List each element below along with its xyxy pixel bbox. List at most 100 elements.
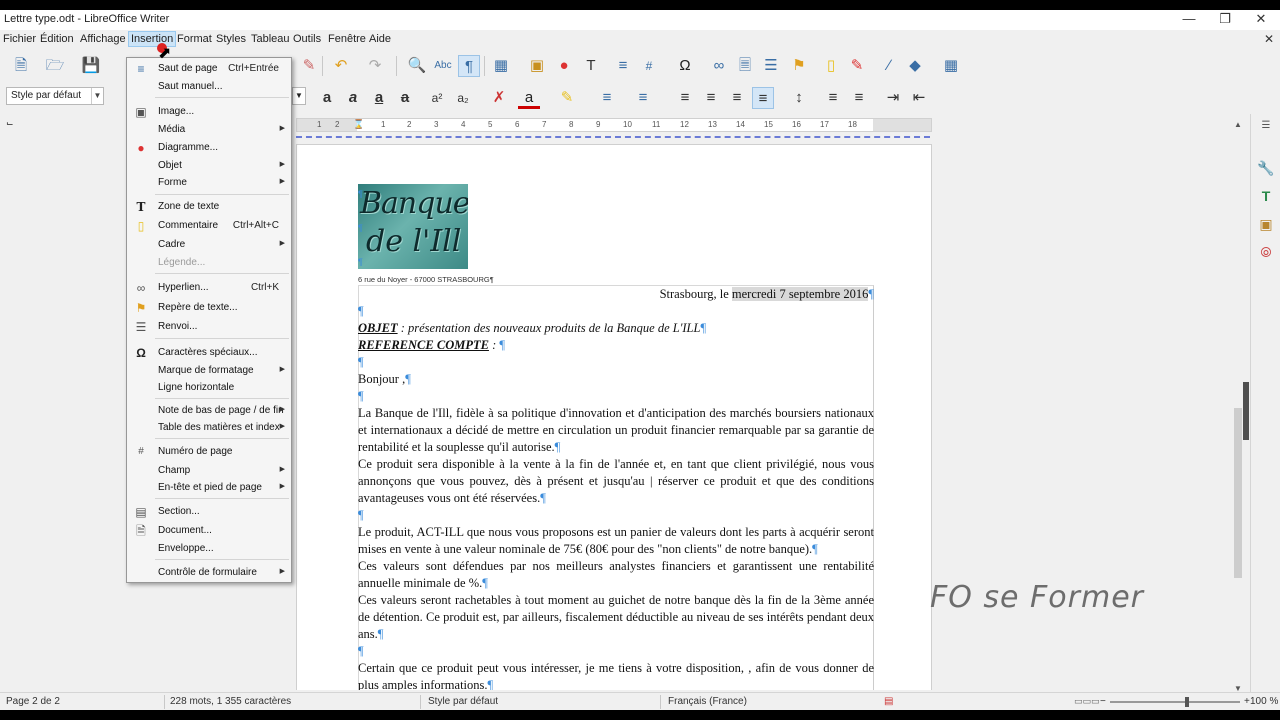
- menu-item-comment[interactable]: ▯ Commentaire Ctrl+Alt+C: [127, 217, 291, 235]
- superscript-icon[interactable]: a²: [426, 87, 448, 109]
- field-icon[interactable]: #: [638, 55, 660, 77]
- bank-logo[interactable]: Banque de l'Ill: [358, 184, 468, 269]
- menu-item-formatting-mark[interactable]: Marque de formatage ▶: [127, 362, 291, 380]
- italic-icon[interactable]: a: [342, 87, 364, 109]
- zoom-slider-knob[interactable]: [1185, 697, 1189, 707]
- subscript-icon[interactable]: a₂: [452, 87, 474, 109]
- menu-item-object[interactable]: Objet ▶: [127, 157, 291, 175]
- omega-icon[interactable]: Ω: [674, 55, 696, 77]
- menu-edition[interactable]: Édition: [40, 33, 74, 45]
- font-name-dropdown[interactable]: ▼: [292, 87, 306, 105]
- menu-item-bookmark[interactable]: ⚑ Repère de texte...: [127, 299, 291, 317]
- menu-item-page-break[interactable]: ≡ Saut de page Ctrl+Entrée: [127, 60, 291, 78]
- sidebar-resize-handle[interactable]: [1243, 382, 1249, 440]
- increase-paragraph-spacing-icon[interactable]: ≡: [822, 87, 844, 109]
- maximize-icon[interactable]: ❐: [1208, 10, 1242, 30]
- formatting-marks-icon[interactable]: ¶: [458, 55, 480, 77]
- zoom-level[interactable]: 100 %: [1250, 696, 1278, 707]
- menu-item-shape[interactable]: Forme ▶: [127, 174, 291, 192]
- wrench-icon[interactable]: 🔧: [1256, 158, 1276, 178]
- page-style[interactable]: Style par défaut: [428, 696, 498, 707]
- numbering-icon[interactable]: ≡: [632, 87, 654, 109]
- menu-item-section[interactable]: ▤ Section...: [127, 503, 291, 521]
- paragraph-style-select[interactable]: Style par défaut ▼: [6, 87, 104, 105]
- find-replace-icon[interactable]: 🔍: [406, 55, 428, 77]
- hamburger-menu-icon[interactable]: ☰: [1256, 116, 1276, 136]
- menu-item-manual-break[interactable]: Saut manuel...: [127, 78, 291, 96]
- zoom-in-icon[interactable]: +: [1244, 696, 1250, 707]
- menu-tableau[interactable]: Tableau: [251, 33, 290, 45]
- line-spacing-icon[interactable]: ↕: [788, 87, 810, 109]
- menu-fichier[interactable]: Fichier: [3, 33, 36, 45]
- navigator-icon[interactable]: ⦾: [1256, 242, 1276, 262]
- redo-icon[interactable]: ↷: [364, 55, 386, 77]
- menu-styles[interactable]: Styles: [216, 33, 246, 45]
- hyperlink-icon[interactable]: ∞: [708, 55, 730, 77]
- menu-item-page-number[interactable]: # Numéro de page: [127, 443, 291, 461]
- page-break-icon[interactable]: ≡: [612, 55, 634, 77]
- menu-aide[interactable]: Aide: [369, 33, 391, 45]
- menu-item-horizontal-line[interactable]: Ligne horizontale: [127, 379, 291, 397]
- decrease-paragraph-spacing-icon[interactable]: ≡: [848, 87, 870, 109]
- table-icon[interactable]: ▦: [490, 55, 512, 77]
- gallery-icon[interactable]: ▣: [1256, 214, 1276, 234]
- draw-functions-icon[interactable]: ▦: [940, 55, 962, 77]
- menu-item-frame[interactable]: Cadre ▶: [127, 236, 291, 254]
- image-icon[interactable]: ▣: [526, 55, 548, 77]
- menu-item-media[interactable]: Média ▶: [127, 121, 291, 139]
- zoom-out-icon[interactable]: −: [1100, 696, 1106, 707]
- page-count[interactable]: Page 2 de 2: [6, 696, 60, 707]
- scrollbar-thumb[interactable]: [1234, 408, 1242, 578]
- menu-item-hyperlink[interactable]: ∞ Hyperlien... Ctrl+K: [127, 279, 291, 297]
- font-color-icon[interactable]: a: [518, 87, 540, 109]
- menu-item-envelope[interactable]: Enveloppe...: [127, 540, 291, 558]
- align-center-icon[interactable]: ≡: [700, 87, 722, 109]
- comment-icon[interactable]: ▯: [820, 55, 842, 77]
- track-changes-icon[interactable]: ✎: [846, 55, 868, 77]
- indent-marker-icon[interactable]: ⌛: [353, 119, 364, 130]
- menu-item-text-box[interactable]: T Zone de texte: [127, 198, 291, 216]
- menu-item-document[interactable]: 🗎 Document...: [127, 522, 291, 540]
- align-left-icon[interactable]: ≡: [674, 87, 696, 109]
- document-page[interactable]: Banque de l'Ill ¶ ¶ ¶ 6 rue du Noyer - 6…: [296, 144, 932, 690]
- close-document-icon[interactable]: ✕: [1264, 32, 1274, 46]
- menu-item-special-characters[interactable]: Ω Caractères spéciaux...: [127, 344, 291, 362]
- language[interactable]: Français (France): [668, 696, 747, 707]
- tab-stop-icon[interactable]: ⌙: [6, 118, 14, 129]
- save-icon[interactable]: 💾: [80, 55, 102, 77]
- styles-icon[interactable]: T: [1256, 186, 1276, 206]
- bookmark-icon[interactable]: ⚑: [788, 55, 810, 77]
- open-icon[interactable]: 🗁: [44, 55, 66, 77]
- highlight-icon[interactable]: ✎: [556, 87, 578, 109]
- scroll-up-icon[interactable]: ▲: [1231, 120, 1245, 129]
- zoom-slider[interactable]: [1110, 697, 1240, 707]
- chevron-down-icon[interactable]: ▼: [91, 88, 103, 104]
- menu-item-header-footer[interactable]: En-tête et pied de page ▶: [127, 479, 291, 497]
- close-icon[interactable]: ✕: [1244, 10, 1278, 30]
- menu-affichage[interactable]: Affichage: [80, 33, 126, 45]
- basic-shapes-icon[interactable]: ◆: [904, 55, 926, 77]
- new-document-icon[interactable]: 🗎: [10, 55, 32, 77]
- bullets-icon[interactable]: ≡: [596, 87, 618, 109]
- menu-item-cross-reference[interactable]: ☰ Renvoi...: [127, 318, 291, 336]
- document-modified-icon[interactable]: ▤: [884, 696, 893, 707]
- menu-item-chart[interactable]: ● Diagramme...: [127, 139, 291, 157]
- word-count[interactable]: 228 mots, 1 355 caractères: [170, 696, 291, 707]
- menu-outils[interactable]: Outils: [293, 33, 321, 45]
- strikethrough-icon[interactable]: a: [394, 87, 416, 109]
- menu-fenetre[interactable]: Fenêtre: [328, 33, 366, 45]
- view-layout-icon[interactable]: ▭▭▭: [1074, 696, 1100, 707]
- cross-reference-icon[interactable]: ☰: [760, 55, 782, 77]
- menu-item-footnote[interactable]: Note de bas de page / de fin ▶: [127, 402, 291, 420]
- spellcheck-icon[interactable]: Abc: [432, 55, 454, 77]
- decrease-indent-icon[interactable]: ⇤: [908, 87, 930, 109]
- menu-item-toc-index[interactable]: Table des matières et index ▶: [127, 419, 291, 437]
- clone-formatting-icon[interactable]: ✎: [298, 55, 320, 77]
- bold-icon[interactable]: a: [316, 87, 338, 109]
- increase-indent-icon[interactable]: ⇥: [882, 87, 904, 109]
- footnote-icon[interactable]: 🗏: [734, 55, 756, 77]
- align-right-icon[interactable]: ≡: [726, 87, 748, 109]
- clear-formatting-icon[interactable]: ✗: [488, 87, 510, 109]
- line-icon[interactable]: ∕: [878, 55, 900, 77]
- date-field[interactable]: mercredi 7 septembre 2016: [731, 287, 869, 301]
